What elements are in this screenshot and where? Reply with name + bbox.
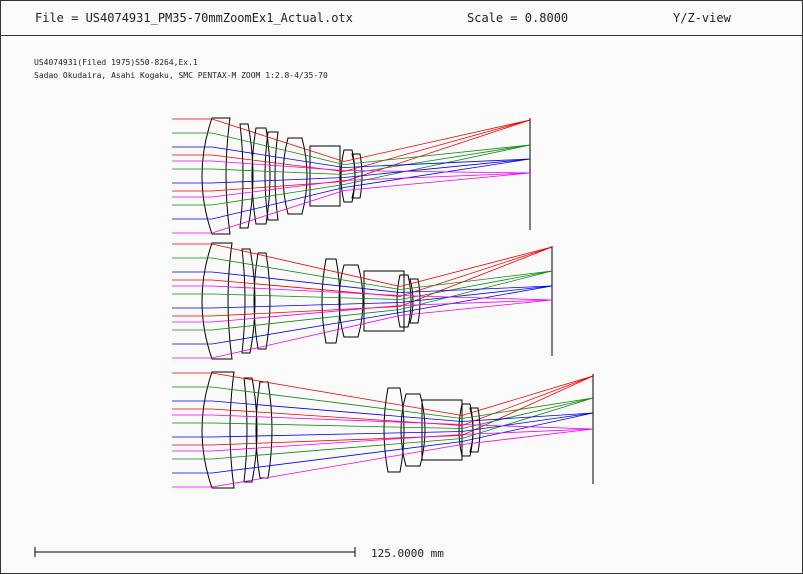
lens-element-1-5	[282, 137, 308, 215]
ray-3-4-3	[172, 428, 594, 488]
ray-3-3-1	[172, 400, 594, 422]
lens-element-3-3	[255, 381, 273, 479]
scale-bar-label: 125.0000 mm	[371, 547, 444, 560]
ray-3-1-1	[172, 372, 594, 416]
lens-element-3-2	[243, 377, 258, 483]
lens-element-1-3	[251, 127, 271, 225]
lens-element-3-6	[421, 399, 463, 461]
lens-element-1-2	[239, 123, 254, 229]
ray-3-4-2	[172, 428, 594, 452]
ray-1-1-1	[172, 118, 531, 162]
lens-element-1-4	[264, 131, 279, 221]
lens-element-2-4	[321, 258, 341, 344]
lens-element-3-5	[400, 393, 426, 467]
lens-element-1-1	[201, 117, 231, 235]
ray-3-3-2	[172, 412, 594, 438]
lens-layout-diagram	[34, 117, 594, 557]
ray-3-1-2	[172, 375, 594, 426]
